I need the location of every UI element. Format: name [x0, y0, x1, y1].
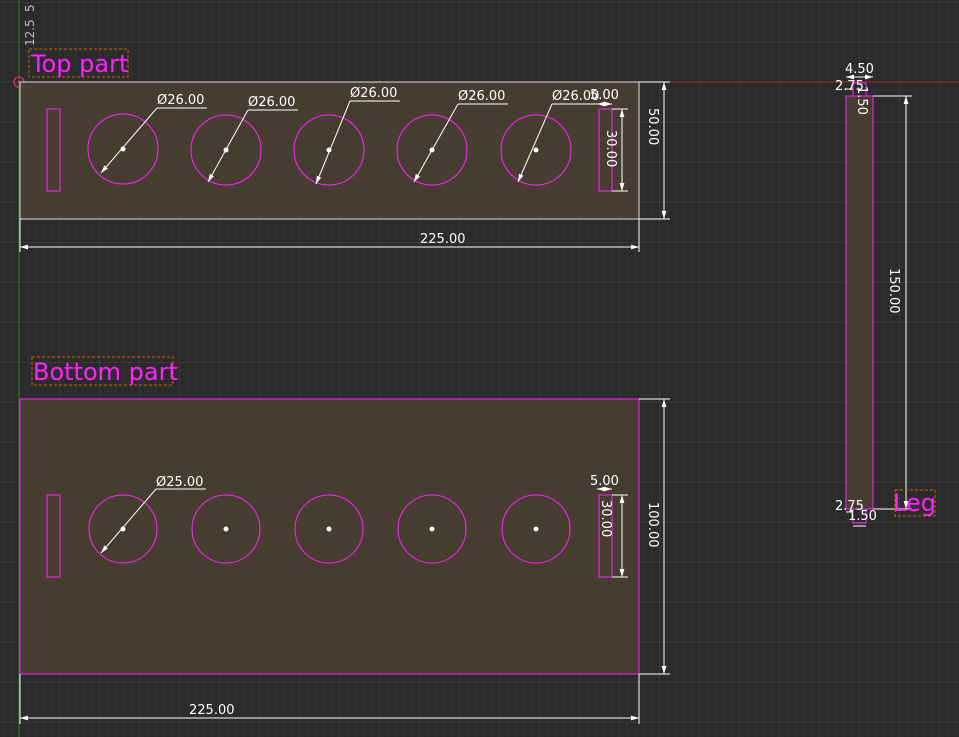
top-slot-length: 30.00 — [603, 130, 618, 167]
leg-body[interactable] — [845, 95, 874, 510]
bottom-height: 100.00 — [645, 502, 660, 548]
bottom-width: 225.00 — [189, 703, 235, 718]
top-hole-4-diameter: Ø26.00 — [458, 89, 505, 104]
cad-canvas[interactable]: 12.5 5 Ø26.00 Ø26.00 Ø26.00 Ø26.00 Ø26.0… — [0, 0, 959, 737]
bottom-part-label[interactable]: Bottom part — [33, 358, 178, 386]
leg-top-small: 1.50 — [854, 86, 869, 115]
leg-label[interactable]: Leg — [893, 489, 936, 517]
leg-height: 150.00 — [886, 268, 901, 314]
drawing-svg[interactable]: 12.5 5 Ø26.00 Ø26.00 Ø26.00 Ø26.00 Ø26.0… — [0, 0, 959, 737]
top-slot-offset: 5.00 — [590, 88, 619, 103]
leg-bottom-small: 1.50 — [848, 509, 877, 524]
ruler-label-partial: 5 — [23, 4, 37, 12]
top-part-label[interactable]: Top part — [30, 50, 128, 78]
top-hole-3-diameter: Ø26.00 — [350, 86, 397, 101]
bottom-slot-offset: 5.00 — [590, 474, 619, 489]
bottom-part-plate[interactable] — [19, 398, 640, 675]
top-hole-2-diameter: Ø26.00 — [248, 95, 295, 110]
ruler-label: 12.5 — [23, 19, 37, 46]
bottom-slot-length: 30.00 — [598, 500, 613, 537]
top-height: 50.00 — [645, 108, 660, 145]
leg-width: 4.50 — [845, 62, 874, 77]
top-width: 225.00 — [420, 232, 466, 247]
bottom-hole-diameter: Ø25.00 — [156, 475, 203, 490]
top-hole-1-diameter: Ø26.00 — [157, 93, 204, 108]
